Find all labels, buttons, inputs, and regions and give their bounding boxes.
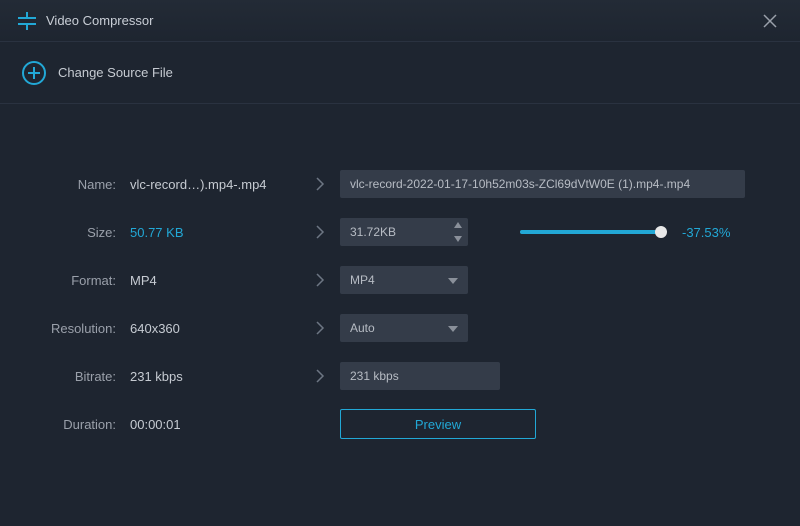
current-format: MP4 (130, 273, 300, 288)
resolution-select[interactable]: Auto (340, 314, 468, 342)
format-select[interactable]: MP4 (340, 266, 468, 294)
row-duration: Duration: 00:00:01 Preview (30, 400, 770, 448)
size-slider[interactable] (520, 230, 664, 234)
label-resolution: Resolution: (30, 321, 130, 336)
chevron-down-icon (454, 236, 462, 242)
chevron-down-icon (448, 273, 458, 287)
size-step-up[interactable] (448, 218, 468, 232)
row-name: Name: vlc-record…).mp4-.mp4 (30, 160, 770, 208)
arrow-icon (300, 320, 340, 336)
chevron-up-icon (454, 222, 462, 228)
plus-circle-icon (22, 61, 46, 85)
slider-fill (520, 230, 661, 234)
resolution-select-value: Auto (350, 321, 375, 335)
label-format: Format: (30, 273, 130, 288)
row-resolution: Resolution: 640x360 Auto (30, 304, 770, 352)
chevron-down-icon (448, 321, 458, 335)
arrow-icon (300, 224, 340, 240)
slider-thumb[interactable] (655, 226, 667, 238)
arrow-icon (300, 368, 340, 384)
change-source-button[interactable]: Change Source File (22, 61, 173, 85)
compressor-icon (18, 12, 36, 30)
toolbar: Change Source File (0, 42, 800, 104)
current-resolution: 640x360 (130, 321, 300, 336)
arrow-icon (300, 176, 340, 192)
close-icon (763, 14, 777, 28)
app-title: Video Compressor (46, 13, 153, 28)
titlebar: Video Compressor (0, 0, 800, 42)
preview-button[interactable]: Preview (340, 409, 536, 439)
label-bitrate: Bitrate: (30, 369, 130, 384)
close-button[interactable] (758, 9, 782, 33)
arrow-icon (300, 272, 340, 288)
row-bitrate: Bitrate: 231 kbps (30, 352, 770, 400)
target-bitrate-input[interactable] (340, 362, 500, 390)
current-bitrate: 231 kbps (130, 369, 300, 384)
current-name: vlc-record…).mp4-.mp4 (130, 177, 300, 192)
label-name: Name: (30, 177, 130, 192)
change-source-label: Change Source File (58, 65, 173, 80)
preview-label: Preview (415, 417, 461, 432)
label-size: Size: (30, 225, 130, 240)
label-duration: Duration: (30, 417, 130, 432)
format-select-value: MP4 (350, 273, 375, 287)
current-size: 50.77 KB (130, 225, 300, 240)
target-name-input[interactable] (340, 170, 745, 198)
row-size: Size: 50.77 KB -37.53% (30, 208, 770, 256)
row-format: Format: MP4 MP4 (30, 256, 770, 304)
current-duration: 00:00:01 (130, 417, 300, 432)
compression-percent: -37.53% (682, 225, 730, 240)
content: Name: vlc-record…).mp4-.mp4 Size: 50.77 … (0, 104, 800, 448)
size-step-down[interactable] (448, 232, 468, 246)
